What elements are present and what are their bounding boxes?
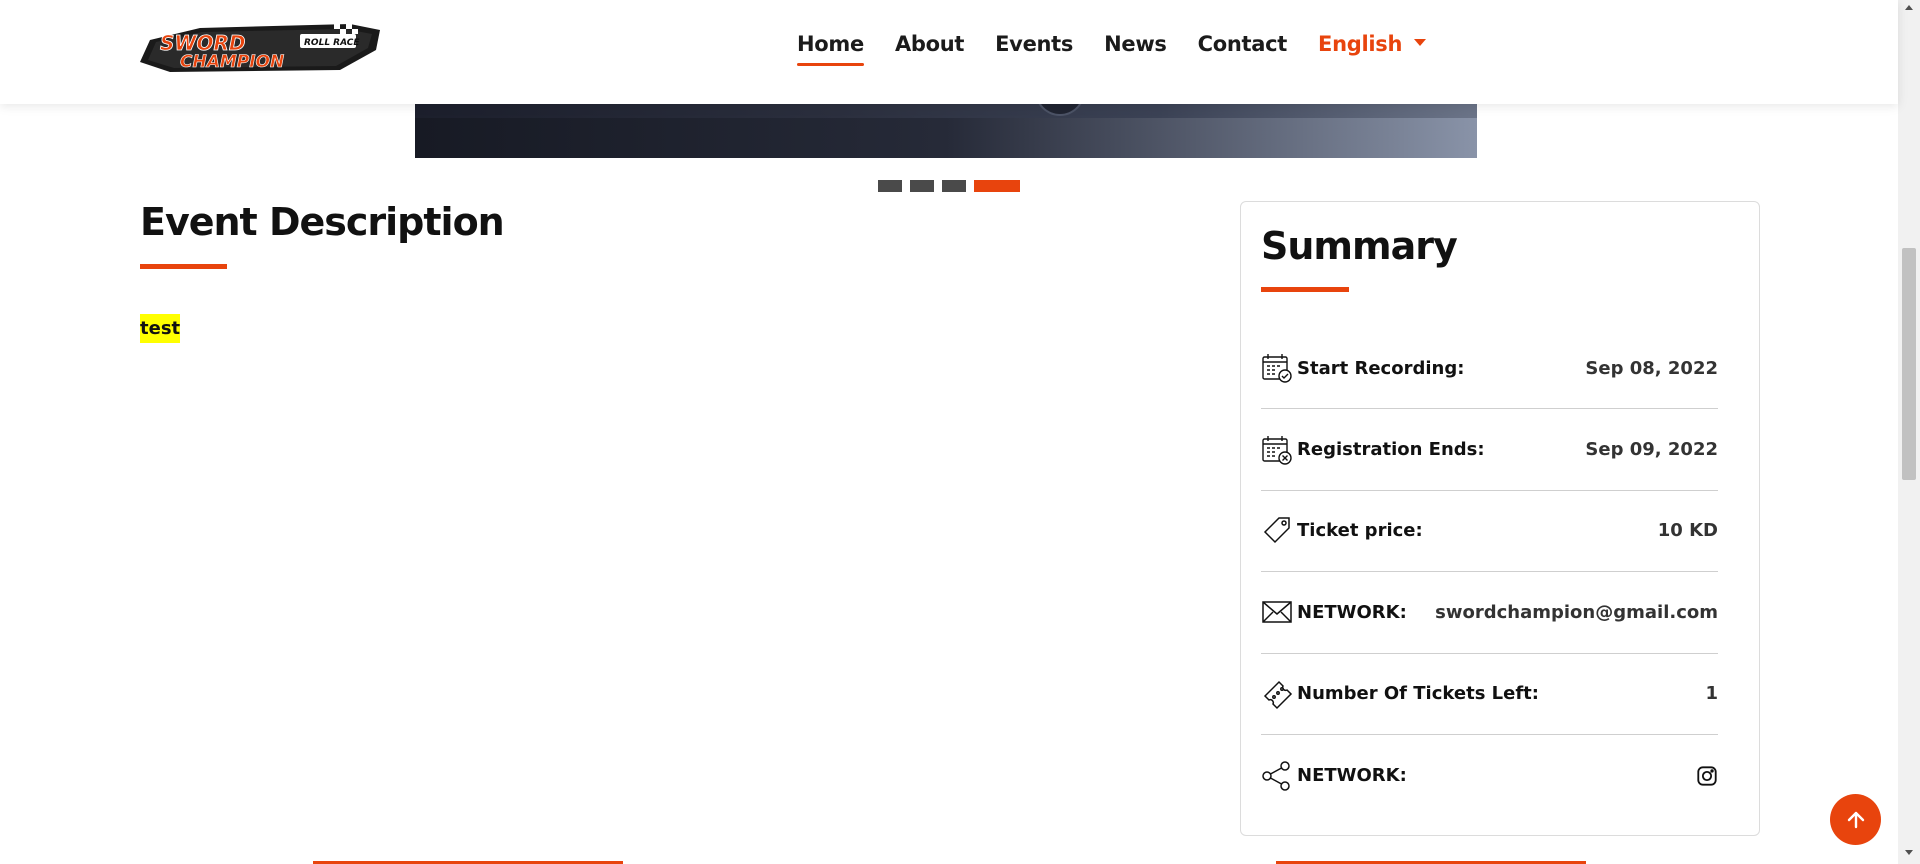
start-recording-value: Sep 08, 2022 xyxy=(1585,357,1718,379)
scroll-to-top-button[interactable] xyxy=(1830,794,1881,845)
summary-row-tickets-left: Number Of Tickets Left: 1 xyxy=(1261,654,1718,735)
carousel-indicator-2[interactable] xyxy=(910,180,934,192)
site-header: SWORD CHAMPION ROLL RACE Home About Even… xyxy=(0,0,1898,104)
language-dropdown[interactable]: English xyxy=(1318,32,1427,56)
summary-row-registration-ends: Registration Ends: Sep 09, 2022 xyxy=(1261,409,1718,491)
event-description-title: Event Description xyxy=(140,200,505,244)
summary-rows: Start Recording: Sep 08, 2022 Registrati… xyxy=(1261,328,1718,816)
nav-contact[interactable]: Contact xyxy=(1198,32,1288,56)
email-value[interactable]: swordchampion@gmail.com xyxy=(1435,602,1718,623)
ticket-icon xyxy=(1261,678,1293,710)
sword-champion-logo[interactable]: SWORD CHAMPION ROLL RACE xyxy=(140,20,386,74)
road-background xyxy=(415,118,1477,158)
email-label: NETWORK: xyxy=(1297,601,1407,623)
price-tag-icon xyxy=(1261,515,1293,547)
ticket-price-value: 10 KD xyxy=(1657,520,1718,542)
nav-news[interactable]: News xyxy=(1104,32,1167,56)
registration-ends-value: Sep 09, 2022 xyxy=(1585,439,1718,461)
instagram-icon[interactable] xyxy=(1696,765,1718,787)
scrollbar-thumb[interactable] xyxy=(1902,248,1916,480)
start-recording-label: Start Recording: xyxy=(1297,357,1465,379)
caret-down-icon xyxy=(1414,38,1427,46)
nav-events[interactable]: Events xyxy=(995,32,1073,56)
envelope-icon xyxy=(1261,596,1293,628)
title-underline xyxy=(140,264,227,269)
calendar-x-icon xyxy=(1261,434,1293,466)
main-nav: Home About Events News Contact English xyxy=(797,0,1427,88)
tickets-left-label: Number Of Tickets Left: xyxy=(1297,683,1539,705)
nav-about[interactable]: About xyxy=(895,32,965,56)
language-label: English xyxy=(1318,32,1403,56)
event-description-text: test xyxy=(140,314,181,343)
carousel-indicator-1[interactable] xyxy=(878,180,902,192)
summary-row-email: NETWORK: swordchampion@gmail.com xyxy=(1261,572,1718,654)
svg-text:ROLL RACE: ROLL RACE xyxy=(304,38,360,48)
scroll-up-arrow-icon[interactable] xyxy=(1905,5,1913,10)
svg-text:CHAMPION: CHAMPION xyxy=(180,52,284,72)
calendar-check-icon xyxy=(1261,352,1293,384)
nav-home[interactable]: Home xyxy=(797,32,864,66)
social-label: NETWORK: xyxy=(1297,765,1407,787)
registration-ends-label: Registration Ends: xyxy=(1297,439,1485,461)
summary-row-social: NETWORK: xyxy=(1261,735,1718,816)
carousel-indicator-4[interactable] xyxy=(974,180,1020,192)
carousel-indicator-3[interactable] xyxy=(942,180,966,192)
tickets-left-value: 1 xyxy=(1705,683,1718,705)
summary-title: Summary xyxy=(1261,224,1458,268)
carousel-indicators xyxy=(878,180,1020,192)
ticket-price-label: Ticket price: xyxy=(1297,520,1423,542)
summary-row-start-recording: Start Recording: Sep 08, 2022 xyxy=(1261,328,1718,410)
scroll-down-arrow-icon[interactable] xyxy=(1905,850,1913,855)
share-icon xyxy=(1261,760,1293,792)
summary-row-ticket-price: Ticket price: 10 KD xyxy=(1261,491,1718,573)
arrow-up-icon xyxy=(1847,811,1864,828)
summary-underline xyxy=(1261,287,1349,292)
summary-card: Summary Start Recording: Sep 08, 2022 Re… xyxy=(1240,201,1760,836)
